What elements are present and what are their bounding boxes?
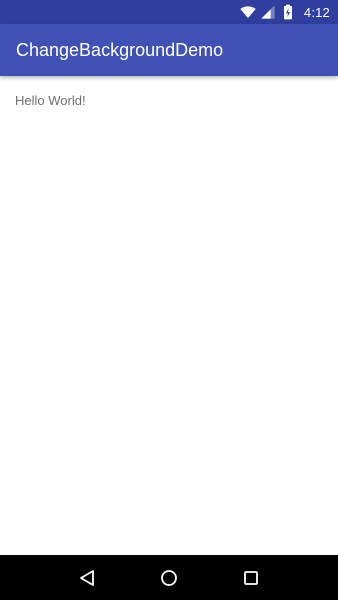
status-icons: 4:12 xyxy=(240,4,330,20)
hello-text: Hello World! xyxy=(15,93,86,108)
app-title: ChangeBackgroundDemo xyxy=(16,39,224,60)
recents-button[interactable] xyxy=(231,558,271,598)
status-time: 4:12 xyxy=(303,4,330,20)
navigation-bar xyxy=(0,555,338,600)
back-button[interactable] xyxy=(67,558,107,598)
status-bar: 4:12 xyxy=(0,0,338,24)
back-icon xyxy=(80,569,94,586)
main-content: Hello World! xyxy=(0,76,338,555)
wifi-icon xyxy=(240,6,256,18)
recents-icon xyxy=(244,570,258,585)
app-bar: ChangeBackgroundDemo xyxy=(0,24,338,76)
home-icon xyxy=(161,569,177,586)
cell-signal-icon xyxy=(261,5,275,19)
phone-screen: 4:12 ChangeBackgroundDemo Hello World! xyxy=(0,0,338,600)
home-button[interactable] xyxy=(149,558,189,598)
battery-icon xyxy=(283,4,292,20)
